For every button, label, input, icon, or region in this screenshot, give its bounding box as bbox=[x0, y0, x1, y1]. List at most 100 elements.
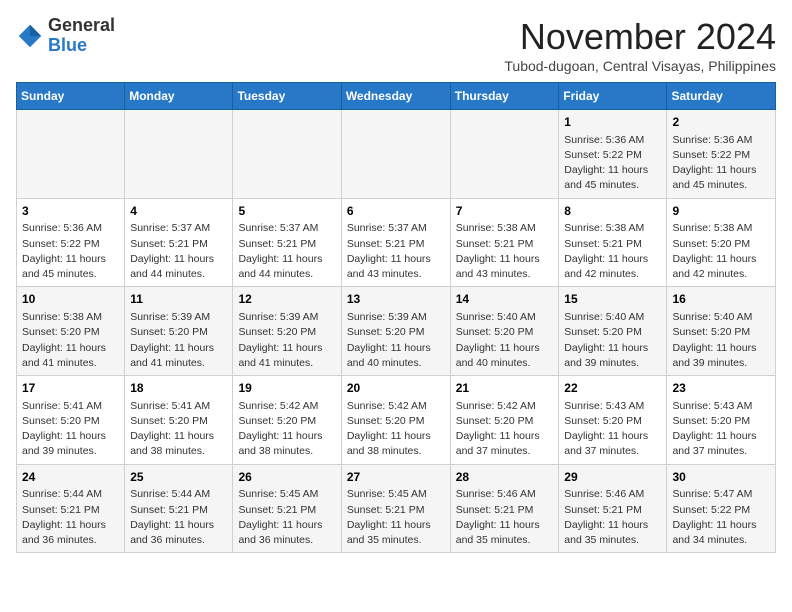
day-number: 20 bbox=[347, 380, 445, 397]
day-info: Sunrise: 5:46 AM Sunset: 5:21 PM Dayligh… bbox=[456, 487, 554, 548]
day-info: Sunrise: 5:38 AM Sunset: 5:20 PM Dayligh… bbox=[672, 221, 770, 282]
day-number: 7 bbox=[456, 203, 554, 220]
day-number: 21 bbox=[456, 380, 554, 397]
calendar-cell: 9Sunrise: 5:38 AM Sunset: 5:20 PM Daylig… bbox=[667, 198, 776, 287]
page-header: General Blue November 2024 Tubod-dugoan,… bbox=[16, 16, 776, 74]
logo: General Blue bbox=[16, 16, 115, 56]
calendar-cell: 24Sunrise: 5:44 AM Sunset: 5:21 PM Dayli… bbox=[17, 464, 125, 553]
title-block: November 2024 Tubod-dugoan, Central Visa… bbox=[504, 16, 776, 74]
day-info: Sunrise: 5:40 AM Sunset: 5:20 PM Dayligh… bbox=[456, 310, 554, 371]
calendar-cell: 11Sunrise: 5:39 AM Sunset: 5:20 PM Dayli… bbox=[125, 287, 233, 376]
calendar-cell: 29Sunrise: 5:46 AM Sunset: 5:21 PM Dayli… bbox=[559, 464, 667, 553]
calendar-cell: 25Sunrise: 5:44 AM Sunset: 5:21 PM Dayli… bbox=[125, 464, 233, 553]
logo-text: General Blue bbox=[48, 16, 115, 56]
calendar-cell: 15 Sunrise: 5:40 AM Sunset: 5:20 PM Dayli… bbox=[559, 287, 667, 376]
weekday-header: Friday bbox=[559, 83, 667, 110]
weekday-header: Saturday bbox=[667, 83, 776, 110]
calendar-table: SundayMondayTuesdayWednesdayThursdayFrid… bbox=[16, 82, 776, 553]
day-number: 23 bbox=[672, 380, 770, 397]
day-number: 15 bbox=[564, 291, 661, 308]
weekday-header: Thursday bbox=[450, 83, 559, 110]
day-info: Sunrise: 5:44 AM Sunset: 5:21 PM Dayligh… bbox=[130, 487, 227, 548]
day-number: 18 bbox=[130, 380, 227, 397]
day-number: 12 bbox=[238, 291, 335, 308]
day-info: Sunrise: 5:38 AM Sunset: 5:21 PM Dayligh… bbox=[564, 221, 661, 282]
calendar-cell: 2 Sunrise: 5:36 AM Sunset: 5:22 PM Daylig… bbox=[667, 110, 776, 199]
day-number: 4 bbox=[130, 203, 227, 220]
calendar-cell: 30Sunrise: 5:47 AM Sunset: 5:22 PM Dayli… bbox=[667, 464, 776, 553]
day-info: Sunrise: 5:47 AM Sunset: 5:22 PM Dayligh… bbox=[672, 487, 770, 548]
day-number: 1 bbox=[564, 114, 661, 131]
day-number: 16 bbox=[672, 291, 770, 308]
day-number: 2 bbox=[672, 114, 770, 131]
day-number: 8 bbox=[564, 203, 661, 220]
day-info: Sunrise: 5:42 AM Sunset: 5:20 PM Dayligh… bbox=[456, 399, 554, 460]
day-info: Sunrise: 5:44 AM Sunset: 5:21 PM Dayligh… bbox=[22, 487, 119, 548]
calendar-cell: 28Sunrise: 5:46 AM Sunset: 5:21 PM Dayli… bbox=[450, 464, 559, 553]
day-info: Sunrise: 5:37 AM Sunset: 5:21 PM Dayligh… bbox=[347, 221, 445, 282]
calendar-cell: 19 Sunrise: 5:42 AM Sunset: 5:20 PM Dayli… bbox=[233, 376, 341, 465]
calendar-cell: 27Sunrise: 5:45 AM Sunset: 5:21 PM Dayli… bbox=[341, 464, 450, 553]
month-title: November 2024 bbox=[504, 16, 776, 58]
day-info: Sunrise: 5:41 AM Sunset: 5:20 PM Dayligh… bbox=[22, 399, 119, 460]
day-number: 19 bbox=[238, 380, 335, 397]
day-number: 26 bbox=[238, 469, 335, 486]
day-number: 24 bbox=[22, 469, 119, 486]
calendar-cell: 12 Sunrise: 5:39 AM Sunset: 5:20 PM Dayli… bbox=[233, 287, 341, 376]
day-info: Sunrise: 5:40 AM Sunset: 5:20 PM Dayligh… bbox=[672, 310, 770, 371]
day-number: 28 bbox=[456, 469, 554, 486]
calendar-week-row: 3Sunrise: 5:36 AM Sunset: 5:22 PM Daylig… bbox=[17, 198, 776, 287]
calendar-cell: 18 Sunrise: 5:41 AM Sunset: 5:20 PM Dayli… bbox=[125, 376, 233, 465]
calendar-cell: 5Sunrise: 5:37 AM Sunset: 5:21 PM Daylig… bbox=[233, 198, 341, 287]
day-info: Sunrise: 5:43 AM Sunset: 5:20 PM Dayligh… bbox=[672, 399, 770, 460]
calendar-cell bbox=[233, 110, 341, 199]
calendar-cell: 14 Sunrise: 5:40 AM Sunset: 5:20 PM Dayli… bbox=[450, 287, 559, 376]
calendar-cell: 3Sunrise: 5:36 AM Sunset: 5:22 PM Daylig… bbox=[17, 198, 125, 287]
weekday-header: Monday bbox=[125, 83, 233, 110]
day-info: Sunrise: 5:39 AM Sunset: 5:20 PM Dayligh… bbox=[238, 310, 335, 371]
calendar-cell: 23 Sunrise: 5:43 AM Sunset: 5:20 PM Dayli… bbox=[667, 376, 776, 465]
calendar-cell: 6Sunrise: 5:37 AM Sunset: 5:21 PM Daylig… bbox=[341, 198, 450, 287]
calendar-cell: 7Sunrise: 5:38 AM Sunset: 5:21 PM Daylig… bbox=[450, 198, 559, 287]
calendar-cell: 16 Sunrise: 5:40 AM Sunset: 5:20 PM Dayli… bbox=[667, 287, 776, 376]
calendar-cell: 8Sunrise: 5:38 AM Sunset: 5:21 PM Daylig… bbox=[559, 198, 667, 287]
day-info: Sunrise: 5:40 AM Sunset: 5:20 PM Dayligh… bbox=[564, 310, 661, 371]
calendar-cell: 26Sunrise: 5:45 AM Sunset: 5:21 PM Dayli… bbox=[233, 464, 341, 553]
day-number: 6 bbox=[347, 203, 445, 220]
day-number: 22 bbox=[564, 380, 661, 397]
calendar-week-row: 1 Sunrise: 5:36 AM Sunset: 5:22 PM Daylig… bbox=[17, 110, 776, 199]
day-info: Sunrise: 5:36 AM Sunset: 5:22 PM Dayligh… bbox=[672, 133, 770, 194]
day-info: Sunrise: 5:46 AM Sunset: 5:21 PM Dayligh… bbox=[564, 487, 661, 548]
day-info: Sunrise: 5:39 AM Sunset: 5:20 PM Dayligh… bbox=[347, 310, 445, 371]
calendar-cell: 17 Sunrise: 5:41 AM Sunset: 5:20 PM Dayli… bbox=[17, 376, 125, 465]
day-info: Sunrise: 5:36 AM Sunset: 5:22 PM Dayligh… bbox=[564, 133, 661, 194]
day-number: 14 bbox=[456, 291, 554, 308]
day-number: 11 bbox=[130, 291, 227, 308]
day-number: 10 bbox=[22, 291, 119, 308]
day-info: Sunrise: 5:37 AM Sunset: 5:21 PM Dayligh… bbox=[130, 221, 227, 282]
day-info: Sunrise: 5:41 AM Sunset: 5:20 PM Dayligh… bbox=[130, 399, 227, 460]
weekday-header: Sunday bbox=[17, 83, 125, 110]
day-info: Sunrise: 5:43 AM Sunset: 5:20 PM Dayligh… bbox=[564, 399, 661, 460]
day-number: 17 bbox=[22, 380, 119, 397]
day-number: 30 bbox=[672, 469, 770, 486]
calendar-cell bbox=[17, 110, 125, 199]
calendar-cell bbox=[341, 110, 450, 199]
day-info: Sunrise: 5:38 AM Sunset: 5:21 PM Dayligh… bbox=[456, 221, 554, 282]
calendar-cell bbox=[125, 110, 233, 199]
day-info: Sunrise: 5:37 AM Sunset: 5:21 PM Dayligh… bbox=[238, 221, 335, 282]
day-info: Sunrise: 5:45 AM Sunset: 5:21 PM Dayligh… bbox=[238, 487, 335, 548]
calendar-week-row: 17 Sunrise: 5:41 AM Sunset: 5:20 PM Dayli… bbox=[17, 376, 776, 465]
day-number: 27 bbox=[347, 469, 445, 486]
calendar-cell: 10Sunrise: 5:38 AM Sunset: 5:20 PM Dayli… bbox=[17, 287, 125, 376]
day-info: Sunrise: 5:45 AM Sunset: 5:21 PM Dayligh… bbox=[347, 487, 445, 548]
day-info: Sunrise: 5:36 AM Sunset: 5:22 PM Dayligh… bbox=[22, 221, 119, 282]
weekday-header: Tuesday bbox=[233, 83, 341, 110]
day-number: 29 bbox=[564, 469, 661, 486]
calendar-cell: 21 Sunrise: 5:42 AM Sunset: 5:20 PM Dayli… bbox=[450, 376, 559, 465]
weekday-header-row: SundayMondayTuesdayWednesdayThursdayFrid… bbox=[17, 83, 776, 110]
day-number: 5 bbox=[238, 203, 335, 220]
calendar-week-row: 24Sunrise: 5:44 AM Sunset: 5:21 PM Dayli… bbox=[17, 464, 776, 553]
day-number: 9 bbox=[672, 203, 770, 220]
day-info: Sunrise: 5:42 AM Sunset: 5:20 PM Dayligh… bbox=[238, 399, 335, 460]
